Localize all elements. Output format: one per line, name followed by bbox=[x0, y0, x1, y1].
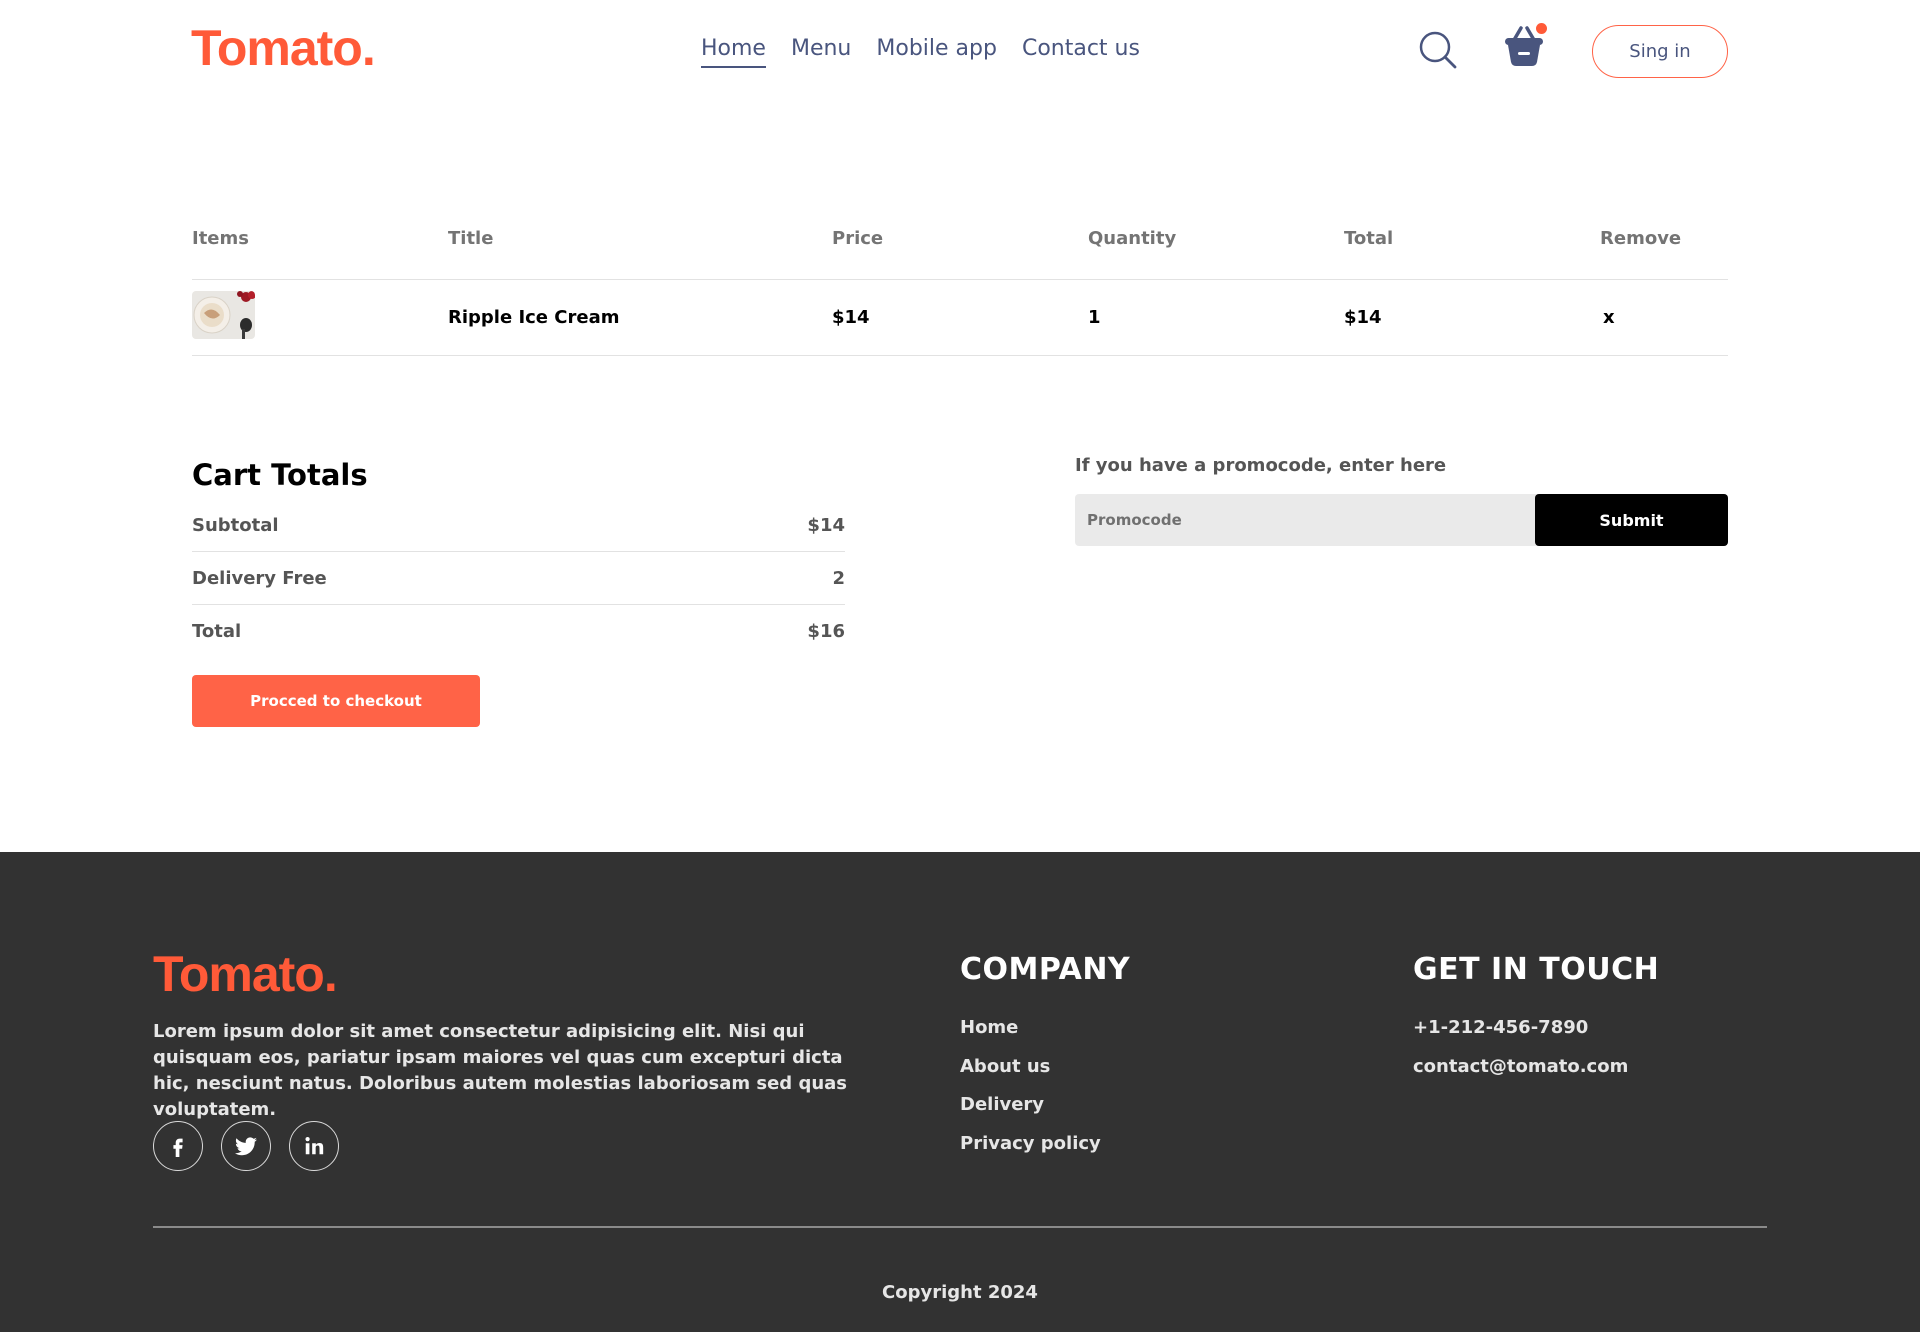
cart-totals-title: Cart Totals bbox=[192, 458, 368, 492]
delivery-value: 2 bbox=[832, 567, 845, 589]
subtotal-row: Subtotal $14 bbox=[192, 505, 845, 545]
promocode-input[interactable] bbox=[1075, 494, 1535, 546]
nav-item-home[interactable]: Home bbox=[701, 34, 766, 68]
cart-table-header: Items Title Price Quantity Total Remove bbox=[192, 224, 1728, 279]
header-remove: Remove bbox=[1600, 228, 1682, 249]
footer-description: Lorem ipsum dolor sit amet consectetur a… bbox=[153, 1021, 848, 1120]
cart-item-row: Ripple Ice Cream $14 1 $14 x bbox=[192, 280, 1728, 355]
header-items: Items bbox=[192, 228, 249, 249]
footer-divider bbox=[153, 1226, 1767, 1228]
subtotal-value: $14 bbox=[807, 514, 845, 536]
header-total: Total bbox=[1344, 228, 1394, 249]
footer-link-home[interactable]: Home bbox=[960, 1017, 1101, 1056]
logo[interactable]: Tomato. bbox=[191, 18, 376, 78]
footer-link-delivery[interactable]: Delivery bbox=[960, 1094, 1101, 1133]
copyright: Copyright 2024 bbox=[882, 1282, 1038, 1303]
checkout-button[interactable]: Procced to checkout bbox=[192, 675, 480, 727]
twitter-icon[interactable] bbox=[221, 1121, 271, 1171]
remove-item-button[interactable]: x bbox=[1600, 307, 1728, 328]
nav-item-menu[interactable]: Menu bbox=[791, 34, 851, 68]
cart-item-quantity: 1 bbox=[1088, 307, 1101, 328]
promo-box: Submit bbox=[1075, 494, 1728, 546]
nav-item-contact-us[interactable]: Contact us bbox=[1022, 34, 1140, 68]
footer: Tomato. Lorem ipsum dolor sit amet conse… bbox=[0, 852, 1920, 1332]
ice-cream-thumbnail bbox=[192, 291, 256, 339]
company-links: Home About us Delivery Privacy policy bbox=[960, 1017, 1101, 1171]
submit-button[interactable]: Submit bbox=[1535, 494, 1728, 546]
contact-info: +1-212-456-7890 contact@tomato.com bbox=[1413, 1017, 1628, 1094]
sign-in-button[interactable]: Sing in bbox=[1592, 25, 1728, 78]
cart-items-table: Items Title Price Quantity Total Remove … bbox=[192, 224, 1728, 356]
total-value: $16 bbox=[807, 620, 845, 642]
divider bbox=[192, 551, 845, 552]
footer-link-privacy-policy[interactable]: Privacy policy bbox=[960, 1133, 1101, 1172]
header-title: Title bbox=[448, 228, 494, 249]
contact-phone: +1-212-456-7890 bbox=[1413, 1017, 1589, 1038]
nav-item-mobile-app[interactable]: Mobile app bbox=[876, 34, 997, 68]
company-title: COMPANY bbox=[960, 952, 1131, 987]
cart-totals: Cart Totals Subtotal $14 Delivery Free 2… bbox=[192, 455, 845, 651]
cart-notification-dot bbox=[1536, 23, 1547, 34]
cart-item-total: $14 bbox=[1344, 307, 1382, 328]
facebook-icon[interactable] bbox=[153, 1121, 203, 1171]
contact-title: GET IN TOUCH bbox=[1413, 952, 1660, 987]
divider bbox=[192, 604, 845, 605]
cart-item-title: Ripple Ice Cream bbox=[448, 307, 620, 328]
cart-item-price: $14 bbox=[832, 307, 870, 328]
header-quantity: Quantity bbox=[1088, 228, 1177, 249]
footer-logo: Tomato. bbox=[153, 946, 338, 1002]
header-price: Price bbox=[832, 228, 884, 249]
delivery-row: Delivery Free 2 bbox=[192, 558, 845, 598]
nav-menu: Home Menu Mobile app Contact us bbox=[701, 34, 1140, 68]
contact-email: contact@tomato.com bbox=[1413, 1055, 1629, 1077]
footer-link-about-us[interactable]: About us bbox=[960, 1056, 1101, 1095]
navbar: Tomato. Home Menu Mobile app Contact us … bbox=[0, 0, 1920, 100]
social-links bbox=[153, 1121, 339, 1171]
total-row: Total $16 bbox=[192, 611, 845, 651]
cart-item-image-cell bbox=[192, 291, 448, 344]
promo-label: If you have a promocode, enter here bbox=[1075, 455, 1447, 476]
total-label: Total bbox=[192, 620, 242, 642]
search-icon[interactable] bbox=[1418, 30, 1458, 70]
subtotal-label: Subtotal bbox=[192, 514, 279, 536]
delivery-label: Delivery Free bbox=[192, 567, 327, 589]
divider bbox=[192, 355, 1728, 356]
linkedin-icon[interactable] bbox=[289, 1121, 339, 1171]
